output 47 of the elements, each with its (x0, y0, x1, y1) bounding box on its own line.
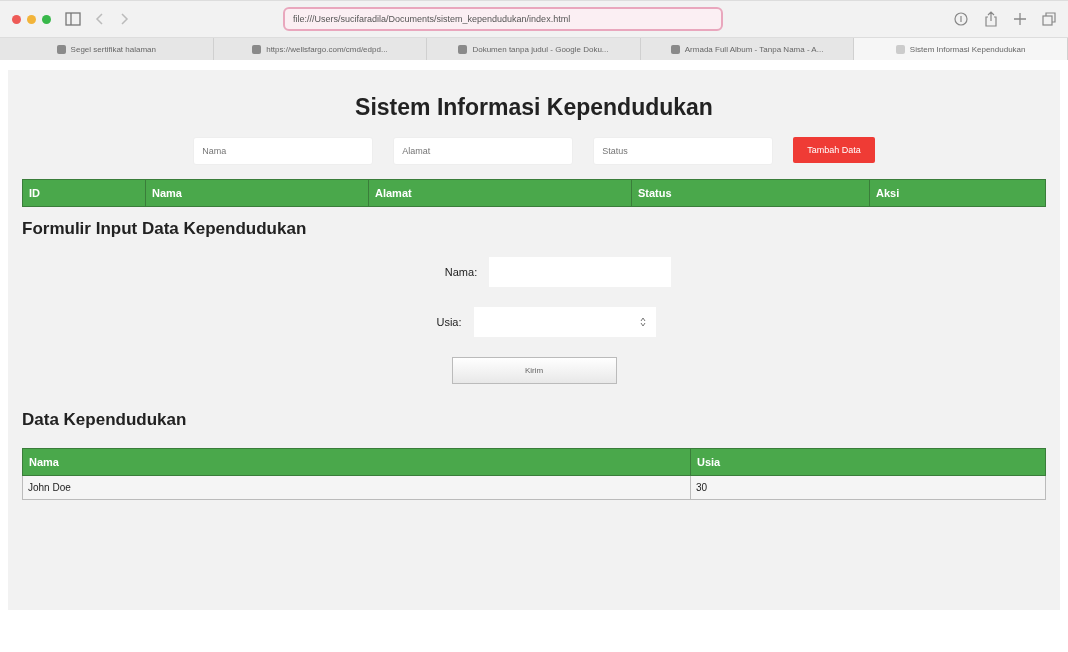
field-label: Usia: (436, 316, 462, 328)
plus-icon[interactable] (1014, 13, 1026, 25)
favicon-icon (895, 44, 905, 54)
field-label: Nama: (444, 266, 478, 278)
stepper-icon[interactable] (639, 317, 646, 327)
table-cell: John Doe (22, 475, 691, 500)
column-header: ID (22, 179, 146, 207)
filter-field[interactable]: Nama (193, 137, 374, 165)
tabs-icon[interactable] (1042, 12, 1056, 26)
browser-tab[interactable]: Segel sertifikat halaman (0, 38, 214, 60)
browser-tab[interactable]: https://wellsfargo.com/cmd/edpd... (213, 38, 428, 60)
tab-title: Armada Full Album - Tanpa Nama - A... (684, 44, 824, 54)
minimize-icon[interactable] (27, 14, 36, 24)
favicon-icon (670, 44, 680, 54)
browser-tab[interactable]: Armada Full Album - Tanpa Nama - A... (640, 38, 855, 60)
share-icon[interactable] (984, 11, 998, 27)
back-icon[interactable] (95, 12, 105, 26)
url-text: file:///Users/sucifaradila/Documents/sistem_kependudukan/index.html (293, 14, 571, 24)
close-icon[interactable] (12, 14, 21, 24)
add-data-button[interactable]: Tambah Data (793, 137, 875, 163)
form-title: Formulir Input Data Kependudukan (22, 219, 308, 239)
sidebar-icon[interactable] (65, 12, 81, 26)
forward-icon[interactable] (119, 12, 129, 26)
column-header: Alamat (368, 179, 632, 207)
filter-field[interactable]: Status (593, 137, 774, 165)
favicon-icon (252, 44, 262, 54)
table-cell: 30 (690, 475, 1046, 500)
tab-title: Segel sertifikat halaman (70, 44, 156, 54)
column-header: Usia (690, 448, 1046, 476)
column-header: Status (631, 179, 870, 207)
section-title: Data Kependudukan (22, 410, 188, 430)
tab-title: Sistem Informasi Kependudukan (909, 44, 1026, 54)
browser-tab[interactable]: Sistem Informasi Kependudukan (854, 38, 1068, 60)
favicon-icon (56, 44, 66, 54)
browser-tab[interactable]: Dokumen tanpa judul - Google Doku... (427, 38, 641, 60)
column-header: Nama (145, 179, 369, 207)
submit-button[interactable]: Kirim (451, 357, 617, 384)
favicon-icon (458, 44, 468, 54)
tab-title: https://wellsfargo.com/cmd/edpd... (266, 44, 388, 54)
filter-field[interactable]: Alamat (393, 137, 574, 165)
column-header: Nama (22, 448, 691, 476)
address-bar[interactable]: file:///Users/sucifaradila/Documents/sistem_kependudukan/index.html (283, 7, 723, 31)
number-field[interactable] (473, 307, 656, 337)
maximize-icon[interactable] (42, 14, 51, 24)
tab-title: Dokumen tanpa judul - Google Doku... (472, 44, 609, 54)
page-title: Sistem Informasi Kependudukan (354, 94, 714, 121)
column-header: Aksi (869, 179, 1046, 207)
